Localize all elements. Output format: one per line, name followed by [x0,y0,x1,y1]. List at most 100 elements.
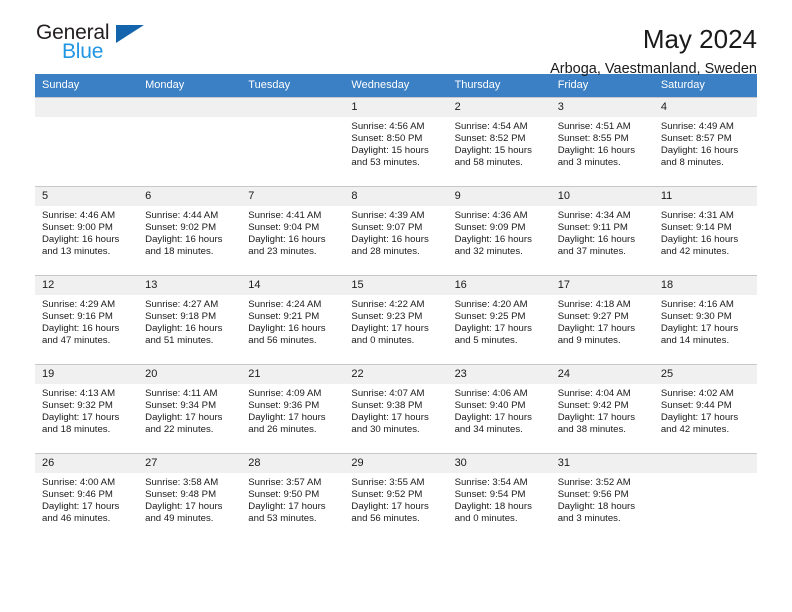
daylight-text: Daylight: 18 hours and 0 minutes. [454,501,532,525]
day-number [35,98,139,117]
sunrise-text: Sunrise: 3:58 AM [145,477,219,488]
sunrise-text: Sunrise: 4:11 AM [145,388,218,399]
sunrise-text: Sunrise: 4:29 AM [42,299,116,310]
calendar-day-cell[interactable]: 4 Sunrise: 4:49 AM Sunset: 8:57 PM Daylight… [653,97,757,186]
day-details: Sunrise: 4:11 AM Sunset: 9:34 PM Daylight:… [138,384,241,436]
sunrise-text: Sunrise: 3:57 AM [248,477,322,488]
sunset-text: Sunset: 9:52 PM [351,489,423,501]
calendar-day-cell[interactable]: 29 Sunrise: 3:55 AM Sunset: 9:52 PM Dayligh… [344,453,448,542]
calendar-day-cell[interactable]: 13 Sunrise: 4:27 AM Sunset: 9:18 PM Dayligh… [138,275,242,364]
calendar-day-cell[interactable]: 1 Sunrise: 4:56 AM Sunset: 8:50 PM Daylight… [344,97,448,186]
page-subtitle: Arboga, Vaestmanland, Sweden [550,61,757,77]
calendar-day-cell[interactable]: 16 Sunrise: 4:20 AM Sunset: 9:25 PM Dayligh… [447,275,551,364]
calendar-day-cell[interactable]: 30 Sunrise: 3:54 AM Sunset: 9:54 PM Dayligh… [447,453,551,542]
day-cell-inner: 29 Sunrise: 3:55 AM Sunset: 9:52 PM Dayligh… [344,453,448,542]
day-cell-inner: 13 Sunrise: 4:27 AM Sunset: 9:18 PM Dayligh… [138,275,242,364]
sunset-text: Sunset: 9:25 PM [454,311,526,323]
day-number: 29 [344,454,448,473]
calendar-day-cell[interactable]: 23 Sunrise: 4:06 AM Sunset: 9:40 PM Dayligh… [447,364,551,453]
calendar-day-cell[interactable]: 6 Sunrise: 4:44 AM Sunset: 9:02 PM Daylight… [138,186,242,275]
calendar-day-cell[interactable]: 25 Sunrise: 4:02 AM Sunset: 9:44 PM Dayligh… [653,364,757,453]
day-number [138,98,242,117]
calendar-day-cell[interactable]: 31 Sunrise: 3:52 AM Sunset: 9:56 PM Dayligh… [550,453,654,542]
day-cell-inner [138,97,242,186]
weekday-header-monday: Monday [138,74,242,97]
sunset-text: Sunset: 9:54 PM [454,489,526,501]
calendar-day-cell[interactable]: 27 Sunrise: 3:58 AM Sunset: 9:48 PM Dayligh… [138,453,242,542]
sunrise-text: Sunrise: 4:36 AM [454,210,528,221]
day-number: 3 [550,98,654,117]
day-cell-inner: 31 Sunrise: 3:52 AM Sunset: 9:56 PM Dayligh… [550,453,654,542]
calendar-day-cell[interactable]: 5 Sunrise: 4:46 AM Sunset: 9:00 PM Daylight… [35,186,139,275]
day-details: Sunrise: 4:36 AM Sunset: 9:09 PM Daylight:… [448,206,551,258]
day-number: 23 [447,365,551,384]
calendar-day-cell[interactable]: 20 Sunrise: 4:11 AM Sunset: 9:34 PM Dayligh… [138,364,242,453]
calendar-day-cell[interactable]: 22 Sunrise: 4:07 AM Sunset: 9:38 PM Dayligh… [344,364,448,453]
daylight-text: Daylight: 16 hours and 3 minutes. [557,145,636,169]
day-number: 11 [653,187,757,206]
calendar-day-cell[interactable]: 15 Sunrise: 4:22 AM Sunset: 9:23 PM Dayligh… [344,275,448,364]
day-cell-inner: 22 Sunrise: 4:07 AM Sunset: 9:38 PM Dayligh… [344,364,448,453]
weekday-header-sunday: Sunday [35,74,139,97]
sunrise-text: Sunrise: 4:27 AM [145,299,219,310]
sunset-text: Sunset: 9:40 PM [454,400,526,412]
sunset-text: Sunset: 9:38 PM [351,400,423,412]
day-number [241,98,345,117]
calendar-day-cell[interactable]: 21 Sunrise: 4:09 AM Sunset: 9:36 PM Dayligh… [241,364,345,453]
day-number: 15 [344,276,448,295]
sunrise-text: Sunrise: 3:55 AM [351,477,425,488]
calendar-day-cell[interactable]: 17 Sunrise: 4:18 AM Sunset: 9:27 PM Dayligh… [550,275,654,364]
daylight-text: Daylight: 18 hours and 3 minutes. [557,501,636,525]
day-cell-inner: 3 Sunrise: 4:51 AM Sunset: 8:55 PM Daylight… [550,97,654,186]
day-number: 16 [447,276,551,295]
day-number: 4 [653,98,757,117]
calendar-day-cell[interactable]: 14 Sunrise: 4:24 AM Sunset: 9:21 PM Dayligh… [241,275,345,364]
calendar-day-cell[interactable]: 7 Sunrise: 4:41 AM Sunset: 9:04 PM Daylight… [241,186,345,275]
daylight-text: Daylight: 17 hours and 9 minutes. [557,323,636,347]
calendar-day-cell[interactable]: 26 Sunrise: 4:00 AM Sunset: 9:46 PM Dayligh… [35,453,139,542]
calendar-day-cell[interactable]: 2 Sunrise: 4:54 AM Sunset: 8:52 PM Daylight… [447,97,551,186]
daylight-text: Daylight: 17 hours and 14 minutes. [660,323,739,347]
day-number: 18 [653,276,757,295]
calendar-day-cell[interactable]: 3 Sunrise: 4:51 AM Sunset: 8:55 PM Daylight… [550,97,654,186]
sunrise-text: Sunrise: 4:13 AM [42,388,116,399]
day-number: 8 [344,187,448,206]
sunset-text: Sunset: 9:04 PM [248,222,320,234]
day-cell-inner: 26 Sunrise: 4:00 AM Sunset: 9:46 PM Dayligh… [35,453,139,542]
day-cell-inner: 16 Sunrise: 4:20 AM Sunset: 9:25 PM Dayligh… [447,275,551,364]
day-number: 13 [138,276,242,295]
sunrise-text: Sunrise: 4:06 AM [454,388,528,399]
daylight-text: Daylight: 17 hours and 18 minutes. [42,412,120,436]
daylight-text: Daylight: 17 hours and 53 minutes. [248,501,326,525]
calendar-page: General Blue May 2024 Arboga, Vaestmanla… [0,0,792,612]
sunset-text: Sunset: 9:11 PM [557,222,628,234]
day-cell-inner: 23 Sunrise: 4:06 AM Sunset: 9:40 PM Dayligh… [447,364,551,453]
calendar-table: Sunday Monday Tuesday Wednesday Thursday Frid… [35,74,757,542]
day-cell-inner: 6 Sunrise: 4:44 AM Sunset: 9:02 PM Daylight… [138,186,242,275]
day-cell-inner: 15 Sunrise: 4:22 AM Sunset: 9:23 PM Dayligh… [344,275,448,364]
daylight-text: Daylight: 17 hours and 56 minutes. [351,501,429,525]
daylight-text: Daylight: 16 hours and 51 minutes. [145,323,223,347]
sunset-text: Sunset: 9:30 PM [660,311,732,323]
sunset-text: Sunset: 9:44 PM [660,400,732,412]
day-details: Sunrise: 4:18 AM Sunset: 9:27 PM Daylight:… [551,295,654,347]
day-number: 10 [550,187,654,206]
calendar-day-cell[interactable]: 10 Sunrise: 4:34 AM Sunset: 9:11 PM Dayligh… [550,186,654,275]
calendar-day-cell[interactable]: 24 Sunrise: 4:04 AM Sunset: 9:42 PM Dayligh… [550,364,654,453]
day-cell-inner: 24 Sunrise: 4:04 AM Sunset: 9:42 PM Dayligh… [550,364,654,453]
calendar-day-cell[interactable]: 19 Sunrise: 4:13 AM Sunset: 9:32 PM Dayligh… [35,364,139,453]
sunset-text: Sunset: 9:07 PM [351,222,423,234]
calendar-day-cell[interactable]: 11 Sunrise: 4:31 AM Sunset: 9:14 PM Dayligh… [653,186,757,275]
sunset-text: Sunset: 9:02 PM [145,222,217,234]
brand-flag-icon [116,25,144,43]
sunrise-text: Sunrise: 4:22 AM [351,299,425,310]
sunset-text: Sunset: 9:14 PM [660,222,732,234]
day-details: Sunrise: 3:58 AM Sunset: 9:48 PM Daylight:… [138,473,241,525]
calendar-day-cell[interactable]: 28 Sunrise: 3:57 AM Sunset: 9:50 PM Dayligh… [241,453,345,542]
calendar-day-cell[interactable]: 12 Sunrise: 4:29 AM Sunset: 9:16 PM Dayligh… [35,275,139,364]
calendar-day-cell[interactable]: 18 Sunrise: 4:16 AM Sunset: 9:30 PM Dayligh… [653,275,757,364]
calendar-day-cell[interactable]: 9 Sunrise: 4:36 AM Sunset: 9:09 PM Daylight… [447,186,551,275]
sunrise-text: Sunrise: 4:34 AM [557,210,631,221]
day-number: 21 [241,365,345,384]
calendar-day-cell[interactable]: 8 Sunrise: 4:39 AM Sunset: 9:07 PM Daylight… [344,186,448,275]
